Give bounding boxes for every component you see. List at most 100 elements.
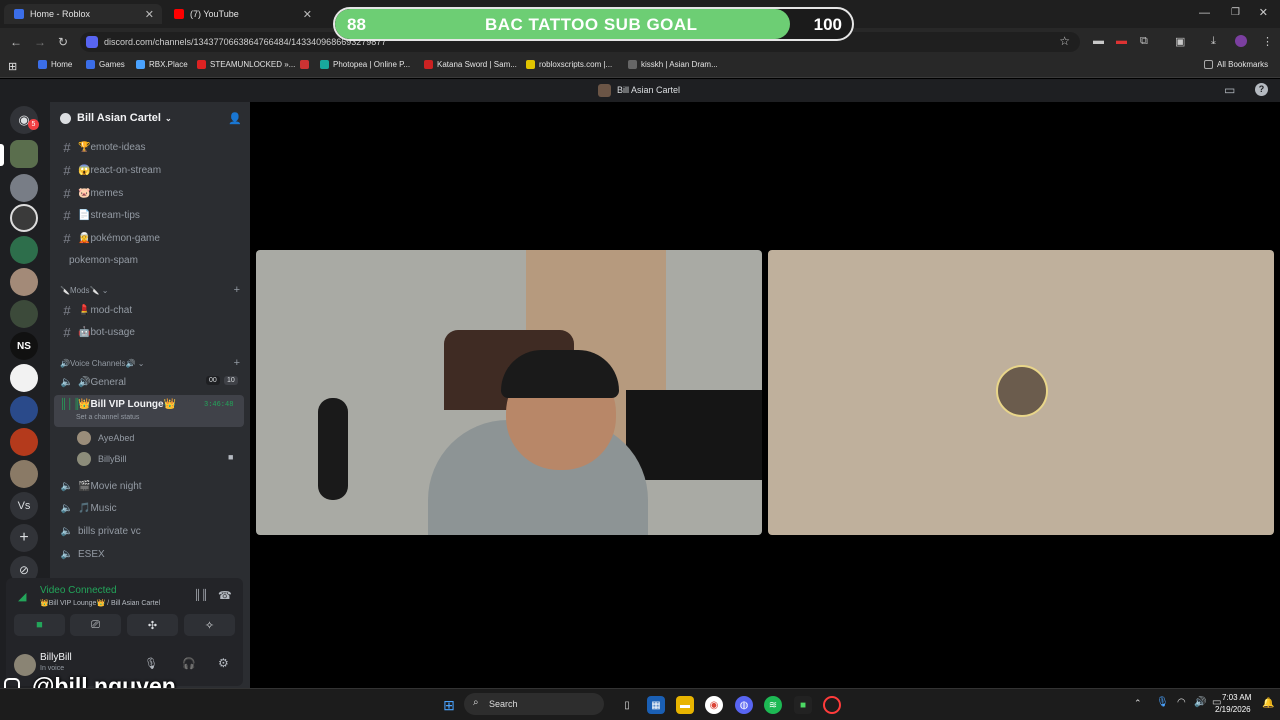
signal-icon[interactable]: ◢ (18, 590, 26, 603)
server-header[interactable]: Bill Asian Cartel ⌄ (60, 112, 172, 124)
server-icon[interactable] (10, 396, 38, 424)
opera-icon[interactable] (823, 696, 841, 714)
discord-taskbar-icon[interactable]: ◍ (735, 696, 753, 714)
help-icon[interactable]: ? (1255, 83, 1268, 96)
voice-user[interactable]: AyeAbed (77, 431, 134, 445)
activities-button[interactable]: ✣ (127, 614, 178, 636)
category-mods[interactable]: 🔪Mods🔪 ⌄ (60, 286, 108, 295)
chevron-up-icon[interactable]: ⌃ (1134, 698, 1142, 709)
bookmark-item[interactable] (300, 60, 313, 69)
menu-dots-icon[interactable]: ⋮ (1262, 35, 1273, 48)
server-icon[interactable] (10, 236, 38, 264)
voice-channel-item[interactable]: 🔈 bills private vc (58, 521, 244, 541)
bookmark-item[interactable]: Home (38, 60, 72, 69)
clock-date[interactable]: 2/19/2026 (1215, 705, 1251, 714)
forward-icon[interactable]: → (34, 35, 46, 49)
bookmark-item[interactable]: Games (86, 60, 125, 69)
bookmark-item[interactable]: Photopea | Online P... (320, 60, 410, 69)
add-channel-icon[interactable]: + (234, 357, 240, 369)
voice-channel-active[interactable]: ║│║ 👑Bill VIP Lounge👑 3:46:48 Set a chan… (54, 395, 244, 427)
mic-tray-icon[interactable]: 🎙 (1156, 697, 1169, 708)
channel-item[interactable]: # 🐷memes (58, 183, 244, 203)
close-tab-icon[interactable]: ✕ (145, 8, 154, 21)
settings-gear-icon[interactable]: ⚙ (218, 656, 229, 670)
windows-start-icon[interactable]: ⊞ (440, 696, 458, 714)
sub-goal-target: 100 (813, 15, 842, 34)
tab-roblox[interactable]: Home - Roblox ✕ (4, 4, 162, 24)
channel-item[interactable]: # 📄stream-tips (58, 205, 244, 225)
download-icon[interactable]: ⤓ (1211, 35, 1216, 48)
server-icon-vs[interactable]: Vs (10, 492, 38, 520)
back-icon[interactable]: ← (10, 35, 22, 49)
taskbar-search[interactable]: ⌕ Search (464, 693, 604, 715)
app-icon[interactable]: ■ (794, 696, 812, 714)
server-icon[interactable] (10, 300, 38, 328)
screen-share-button[interactable]: ⎚ (70, 614, 121, 636)
channel-item[interactable]: # 🤖bot-usage (58, 322, 244, 342)
spotify-icon[interactable]: ≋ (764, 696, 782, 714)
file-explorer-icon[interactable]: ▬ (676, 696, 694, 714)
inbox-icon[interactable]: ▭ (1224, 83, 1235, 97)
bookmark-item[interactable]: robloxscripts.com |... (526, 60, 612, 69)
headphones-icon[interactable]: 🎧 (182, 657, 196, 670)
server-icon[interactable] (10, 204, 38, 232)
voice-channel-item[interactable]: 🔈 🔊General 00 10 (58, 372, 244, 392)
extensions-puzzle-icon[interactable]: ⧉ (1140, 35, 1148, 48)
channel-item[interactable]: pokemon-spam (58, 250, 244, 270)
clock-time[interactable]: 7:03 AM (1222, 693, 1251, 702)
disconnect-icon[interactable]: ☎ (218, 589, 232, 602)
invite-people-icon[interactable]: 👤 (228, 112, 242, 125)
bookmark-item[interactable]: kisskh | Asian Dram... (628, 60, 718, 69)
video-tile-avatar[interactable] (768, 250, 1274, 535)
tab-search-icon[interactable]: ▣ (1175, 35, 1185, 48)
server-icon-bill-asian-cartel[interactable] (10, 140, 38, 168)
server-icon[interactable] (10, 364, 38, 392)
server-icon[interactable] (10, 460, 38, 488)
voice-user[interactable]: BillyBill (77, 452, 127, 466)
server-icon[interactable] (10, 268, 38, 296)
voice-channel-item[interactable]: 🔈 🎵Music (58, 498, 244, 518)
server-icon[interactable] (10, 174, 38, 202)
volume-icon[interactable]: 🔊 (1194, 697, 1206, 708)
channel-item[interactable]: # 😱react-on-stream (58, 160, 244, 180)
speaker-icon: 🔈 (60, 525, 74, 537)
chrome-icon[interactable]: ◉ (705, 696, 723, 714)
noise-suppression-icon[interactable]: ║║ (194, 590, 208, 601)
speaker-icon: 🔈 (60, 480, 74, 492)
app-icon[interactable]: ▦ (647, 696, 665, 714)
task-view-icon[interactable]: ▯ (618, 696, 636, 714)
channel-status[interactable]: Set a channel status (76, 414, 139, 421)
soundboard-button[interactable]: ✧ (184, 614, 235, 636)
minimize-icon[interactable]: — (1199, 7, 1210, 19)
close-tab-icon[interactable]: ✕ (303, 8, 312, 21)
wifi-icon[interactable]: ◠ (1177, 697, 1186, 708)
bookmark-star-icon[interactable]: ☆ (1059, 34, 1070, 48)
profile-avatar[interactable] (1235, 35, 1247, 47)
camera-button[interactable]: ■ (14, 614, 65, 636)
bookmark-item[interactable]: Katana Sword | Sam... (424, 60, 517, 69)
server-icon[interactable] (10, 428, 38, 456)
restore-icon[interactable]: ❐ (1231, 7, 1240, 18)
channel-item[interactable]: # 🧝pokémon-game (58, 228, 244, 248)
tab-youtube[interactable]: (7) YouTube ✕ (164, 4, 320, 24)
notifications-bell-icon[interactable]: 🔔 (1262, 698, 1274, 709)
apps-grid-icon[interactable]: ⊞ (8, 60, 17, 73)
reload-icon[interactable]: ↻ (58, 35, 68, 49)
all-bookmarks[interactable]: All Bookmarks (1204, 60, 1268, 69)
connection-location[interactable]: 👑Bill VIP Lounge👑 / Bill Asian Cartel (40, 599, 160, 607)
microphone-icon[interactable]: 🎙 (144, 657, 158, 670)
bookmark-item[interactable]: STEAMUNLOCKED »... (197, 60, 295, 69)
channel-item[interactable]: # 🏆emote-ideas (58, 137, 244, 157)
category-voice[interactable]: 🔊Voice Channels🔊 ⌄ (60, 359, 144, 368)
extension-icon[interactable]: ▬ (1093, 35, 1104, 47)
add-server-icon[interactable]: + (10, 524, 38, 552)
voice-channel-item[interactable]: 🔈 🎬Movie night (58, 476, 244, 496)
window-close-icon[interactable]: ✕ (1259, 6, 1268, 19)
bookmark-item[interactable]: RBX.Place (136, 60, 188, 69)
extension-red-icon[interactable]: ▬ (1116, 35, 1127, 47)
server-icon-ns[interactable]: NS (10, 332, 38, 360)
voice-channel-item[interactable]: 🔈 ESEX (58, 544, 244, 564)
video-tile-camera[interactable] (256, 250, 762, 535)
channel-item[interactable]: # 💄mod-chat (58, 300, 244, 320)
add-channel-icon[interactable]: + (234, 284, 240, 296)
